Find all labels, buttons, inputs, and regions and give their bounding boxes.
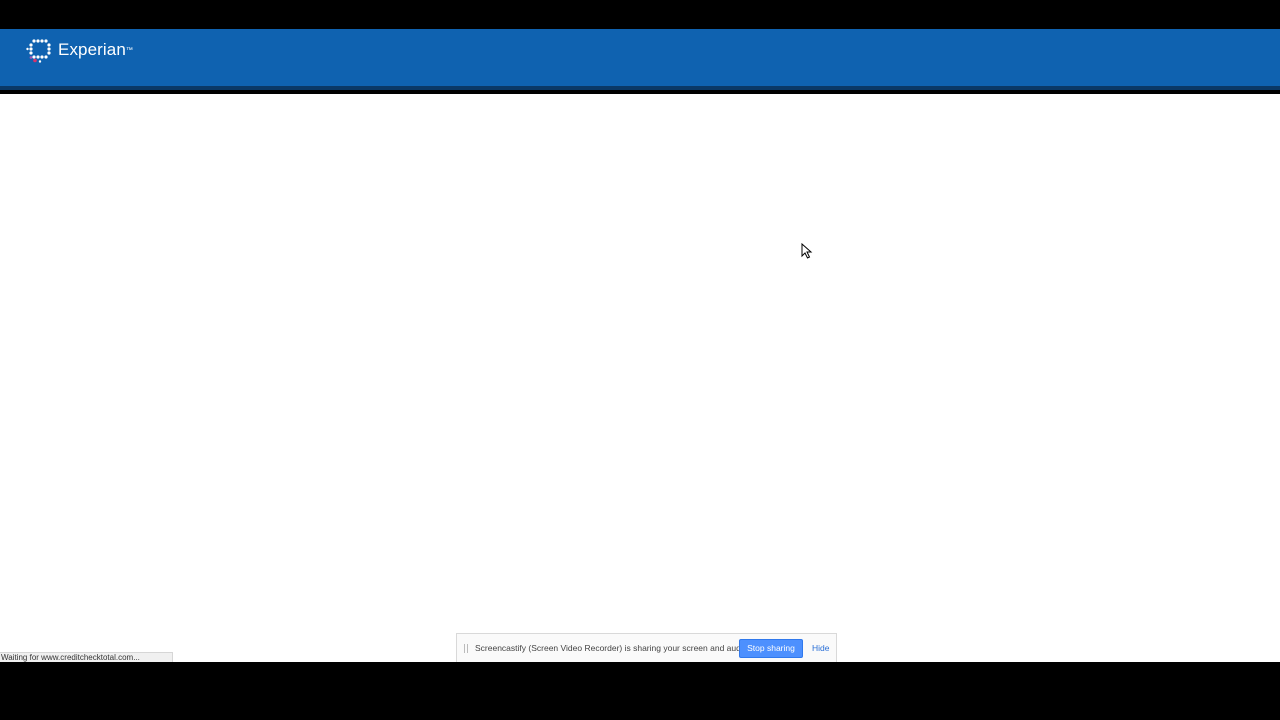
mouse-pointer-icon <box>801 243 813 259</box>
page-content <box>0 94 1280 662</box>
share-message: Screencastify (Screen Video Recorder) is… <box>475 643 750 653</box>
brand-name: Experian <box>58 40 126 59</box>
letterbox-bottom <box>0 662 1280 720</box>
screen-frame: Experian ™ Waiting for www.creditchecktot… <box>0 0 1280 720</box>
screen-share-notification: Screencastify (Screen Video Recorder) is… <box>456 633 837 662</box>
experian-logo-icon <box>26 39 51 63</box>
stop-sharing-button[interactable]: Stop sharing <box>739 639 803 658</box>
drag-grip-icon[interactable] <box>464 644 468 653</box>
brand-trademark: ™ <box>125 46 133 54</box>
experian-logo[interactable]: Experian ™ <box>26 36 133 64</box>
hide-link[interactable]: Hide <box>812 643 829 653</box>
site-header: Experian ™ <box>0 29 1280 90</box>
letterbox-top <box>0 0 1280 29</box>
browser-status-bubble: Waiting for www.creditchecktotal.com... <box>0 652 173 662</box>
